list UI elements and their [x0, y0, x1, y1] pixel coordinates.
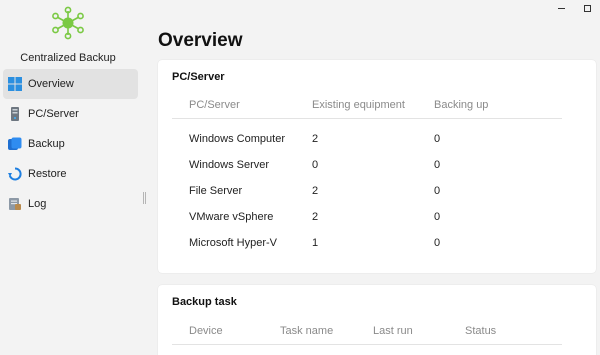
- minimize-button[interactable]: [548, 0, 574, 16]
- maximize-button[interactable]: [574, 0, 600, 16]
- header-divider: [172, 118, 562, 119]
- table-row[interactable]: Windows Computer 2 0: [158, 133, 596, 159]
- existing-count-cell: 2: [312, 211, 319, 223]
- sidebar-item-pc-server[interactable]: PC/Server: [3, 99, 138, 129]
- sidebar-nav: Overview PC/Server Backup Restore Log: [3, 69, 138, 219]
- card-title: Backup task: [172, 296, 237, 308]
- sidebar-item-label: Restore: [28, 168, 67, 180]
- sidebar-item-label: Overview: [28, 78, 74, 90]
- existing-count-cell: 2: [312, 185, 319, 197]
- sidebar-item-restore[interactable]: Restore: [3, 159, 138, 189]
- table-row[interactable]: Microsoft Hyper-V 1 0: [158, 237, 596, 263]
- device-type-cell: File Server: [189, 185, 243, 197]
- backing-up-count-cell: 0: [434, 159, 441, 171]
- column-header-device: Device: [189, 325, 223, 337]
- pc-server-card: PC/Server PC/Server Existing equipment B…: [158, 60, 596, 273]
- sidebar-item-backup[interactable]: Backup: [3, 129, 138, 159]
- backing-up-count-cell: 0: [434, 211, 441, 223]
- header-divider: [172, 344, 562, 345]
- restore-icon: [8, 167, 22, 181]
- maximize-icon: [583, 4, 591, 12]
- backing-up-count-cell: 0: [434, 185, 441, 197]
- windows-grid-icon: [8, 77, 22, 91]
- app-name: Centralized Backup: [20, 52, 116, 64]
- backup-task-card: Backup task Device Task name Last run St…: [158, 285, 596, 355]
- column-header-backing-up: Backing up: [434, 99, 489, 111]
- table-row[interactable]: Windows Server 0 0: [158, 159, 596, 185]
- sidebar-item-log[interactable]: Log: [3, 189, 138, 219]
- existing-count-cell: 1: [312, 237, 319, 249]
- sidebar-item-overview[interactable]: Overview: [3, 69, 138, 99]
- backup-icon: [8, 137, 22, 150]
- minimize-icon: [557, 7, 565, 9]
- sidebar-item-label: Log: [28, 198, 47, 210]
- sidebar-item-label: Backup: [28, 138, 65, 150]
- brand: Centralized Backup: [0, 6, 136, 64]
- device-type-cell: VMware vSphere: [189, 211, 274, 223]
- page-title: Overview: [158, 30, 243, 51]
- window-controls: [548, 0, 600, 16]
- column-header-task-name: Task name: [280, 325, 334, 337]
- card-title: PC/Server: [172, 71, 225, 83]
- existing-count-cell: 0: [312, 159, 319, 171]
- network-hub-logo-icon: [52, 6, 84, 40]
- server-icon: [11, 107, 19, 121]
- backing-up-count-cell: 0: [434, 237, 441, 249]
- device-type-cell: Windows Computer: [189, 133, 285, 145]
- column-header-existing-equipment: Existing equipment: [312, 99, 405, 111]
- log-icon: [9, 198, 21, 210]
- column-header-last-run: Last run: [373, 325, 413, 337]
- device-type-cell: Windows Server: [189, 159, 270, 171]
- table-row[interactable]: VMware vSphere 2 0: [158, 211, 596, 237]
- device-type-cell: Microsoft Hyper-V: [189, 237, 278, 249]
- sidebar-resize-handle[interactable]: [143, 192, 146, 204]
- column-header-status: Status: [465, 325, 497, 337]
- column-header-pc-server: PC/Server: [189, 99, 240, 111]
- sidebar: Centralized Backup Overview PC/Server Ba…: [0, 0, 144, 355]
- sidebar-item-label: PC/Server: [28, 108, 79, 120]
- existing-count-cell: 2: [312, 133, 319, 145]
- backing-up-count-cell: 0: [434, 133, 441, 145]
- table-row[interactable]: File Server 2 0: [158, 185, 596, 211]
